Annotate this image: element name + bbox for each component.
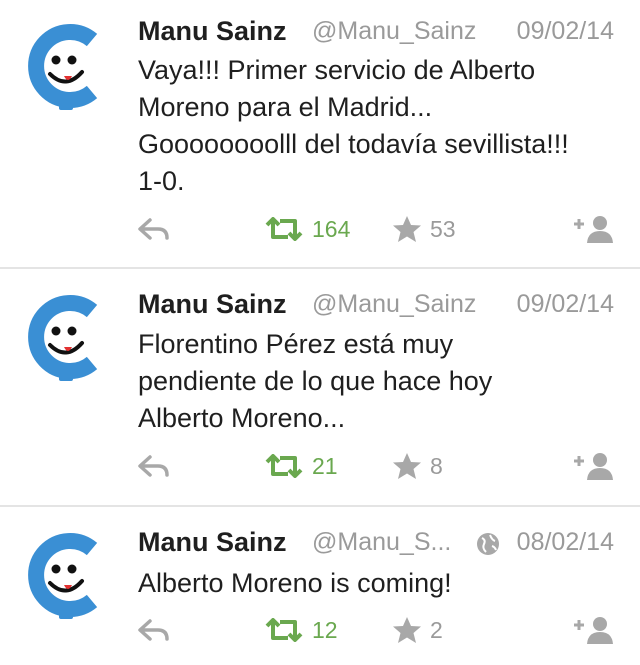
avatar[interactable]: [22, 20, 114, 112]
reply-icon: [138, 218, 169, 240]
reply-button[interactable]: [138, 610, 170, 650]
retweet-count: 12: [312, 616, 338, 643]
favorite-button[interactable]: 8: [392, 446, 443, 486]
reply-button[interactable]: [138, 446, 170, 486]
tweet-3[interactable]: Manu Sainz @Manu_S... 08/02/14 Alberto M…: [0, 507, 640, 665]
retweet-icon: [265, 217, 303, 241]
reply-icon: [138, 619, 169, 641]
author-name[interactable]: Manu Sainz: [138, 16, 287, 47]
tweet-text: Florentino Pérez está muy pendiente de l…: [138, 326, 618, 437]
tweet-actions: 164 53: [0, 209, 640, 249]
star-icon: [393, 216, 421, 242]
add-user-icon: [574, 216, 613, 243]
retweet-count: 164: [312, 215, 351, 242]
favorite-button[interactable]: 53: [392, 209, 456, 249]
avatar[interactable]: [22, 529, 114, 621]
favorite-button[interactable]: 2: [392, 610, 443, 650]
tweet-2[interactable]: Manu Sainz @Manu_Sainz 09/02/14 Florenti…: [0, 269, 640, 505]
globe-icon: [477, 533, 499, 555]
tweet-date: 09/02/14: [516, 17, 614, 45]
tweet-text-line: pendiente de lo que hace hoy: [138, 366, 493, 396]
tweet-actions: 12 2: [0, 610, 640, 650]
tweet-text-line: Alberto Moreno...: [138, 403, 346, 433]
add-user-icon: [574, 453, 613, 480]
follow-button[interactable]: [572, 610, 616, 650]
reply-button[interactable]: [138, 209, 170, 249]
retweet-button[interactable]: 21: [264, 446, 338, 486]
favorite-count: 2: [430, 616, 443, 643]
star-icon: [393, 453, 421, 479]
author-handle[interactable]: @Manu_Sainz: [312, 17, 476, 46]
author-name[interactable]: Manu Sainz: [138, 527, 287, 558]
follow-button[interactable]: [572, 209, 616, 249]
author-handle[interactable]: @Manu_Sainz: [312, 290, 476, 319]
avatar[interactable]: [22, 291, 114, 383]
tweet-date: 08/02/14: [516, 528, 614, 556]
star-icon: [393, 617, 421, 643]
follow-button[interactable]: [572, 446, 616, 486]
retweet-button[interactable]: 12: [264, 610, 338, 650]
reply-icon: [138, 455, 169, 477]
favorite-count: 53: [430, 215, 456, 242]
tweet-date: 09/02/14: [516, 290, 614, 318]
retweet-icon: [265, 454, 303, 478]
retweet-count: 21: [312, 452, 338, 479]
tweet-text-line: Goooooooolll del todavía sevillista!!!: [138, 129, 569, 159]
retweet-icon: [265, 618, 303, 642]
favorite-count: 8: [430, 452, 443, 479]
author-name[interactable]: Manu Sainz: [138, 289, 287, 320]
tweet-text-line: Moreno para el Madrid...: [138, 92, 433, 122]
tweet-text-line: Vaya!!! Primer servicio de Alberto: [138, 55, 536, 85]
tweet-text: Alberto Moreno is coming!: [138, 565, 618, 602]
tweet-actions: 21 8: [0, 446, 640, 486]
retweet-button[interactable]: 164: [264, 209, 350, 249]
tweet-text-line: Florentino Pérez está muy: [138, 329, 454, 359]
tweet-text: Vaya!!! Primer servicio de Alberto Moren…: [138, 52, 618, 200]
tweet-text-line: 1-0.: [138, 166, 185, 196]
author-handle[interactable]: @Manu_S...: [312, 528, 451, 557]
add-user-icon: [574, 617, 613, 644]
tweet-1[interactable]: Manu Sainz @Manu_Sainz 09/02/14 Vaya!!! …: [0, 0, 640, 268]
tweet-text-line: Alberto Moreno is coming!: [138, 568, 452, 598]
